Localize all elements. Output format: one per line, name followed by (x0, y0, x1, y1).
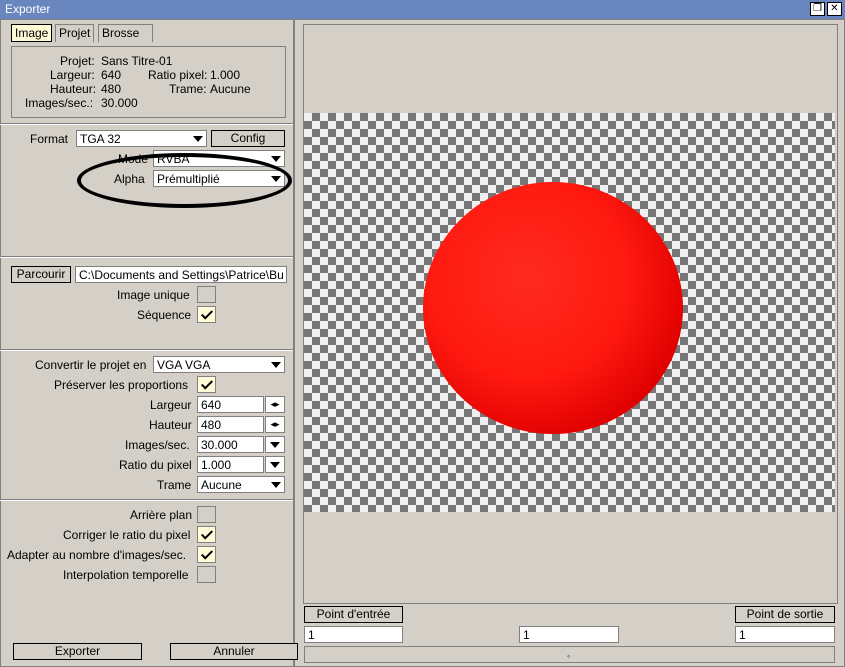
interpolation-label: Interpolation temporelle (63, 568, 189, 582)
cancel-button[interactable]: Annuler (170, 643, 298, 660)
info-hauteur-value: 480 (101, 82, 122, 96)
output-path-input[interactable]: C:\Documents and Settings\Patrice\Bu (75, 266, 287, 283)
format-value: TGA 32 (80, 132, 121, 146)
sequence-label: Séquence (137, 308, 192, 322)
close-icon[interactable]: ✕ (827, 2, 842, 16)
in-point-input[interactable]: 1 (304, 626, 403, 643)
separator (0, 256, 293, 258)
convert-value: VGA VGA (157, 358, 211, 372)
trame-value: Aucune (201, 478, 242, 492)
info-largeur-label: Largeur: (50, 68, 95, 82)
info-ratio-value: 1.000 (210, 68, 241, 82)
adapter-label: Adapter au nombre d'images/sec. (7, 548, 187, 562)
corriger-label: Corriger le ratio du pixel (63, 528, 191, 542)
chevron-down-icon (270, 442, 280, 448)
out-point-input[interactable]: 1 (735, 626, 835, 643)
export-button[interactable]: Exporter (13, 643, 142, 660)
mode-select[interactable]: RVBA (153, 150, 285, 167)
ratio-pixel-label: Ratio du pixel (119, 458, 192, 472)
adapter-checkbox[interactable] (197, 546, 216, 563)
convert-label: Convertir le projet en (35, 358, 147, 372)
config-button[interactable]: Config (211, 130, 285, 147)
alpha-select[interactable]: Prémultiplié (153, 170, 285, 187)
hauteur-input[interactable]: 480 (197, 416, 264, 433)
tab-brosse[interactable]: Brosse (98, 24, 153, 42)
mode-label: Mode (118, 152, 149, 166)
info-trame-label: Trame: (169, 82, 207, 96)
info-fps-value: 30.000 (101, 96, 138, 110)
format-label: Format (30, 132, 69, 146)
left-panel: Image Projet Brosse Projet: Sans Titre-0… (0, 19, 298, 667)
project-info-box: Projet: Sans Titre-01 Largeur: 640 Ratio… (11, 46, 286, 118)
info-projet-label: Projet: (60, 54, 95, 68)
separator (0, 349, 293, 351)
arriere-plan-checkbox[interactable] (197, 506, 216, 523)
trame-label: Trame (157, 478, 192, 492)
title-bar: Exporter ❐ ✕ (0, 0, 845, 19)
info-largeur-value: 640 (101, 68, 122, 82)
red-sphere-preview (423, 182, 683, 434)
trame-select[interactable]: Aucune (197, 476, 285, 493)
info-trame-value: Aucune (210, 82, 251, 96)
info-hauteur-label: Hauteur: (50, 82, 97, 96)
alpha-value: Prémultiplié (157, 172, 220, 186)
chevron-down-icon (271, 156, 281, 162)
alpha-label: Alpha (114, 172, 145, 186)
browse-button[interactable]: Parcourir (11, 266, 71, 283)
largeur-spinner[interactable]: ◂▸ (265, 396, 285, 413)
largeur-input[interactable]: 640 (197, 396, 264, 413)
slider-thumb-icon[interactable]: ◦ (567, 651, 570, 661)
in-point-button[interactable]: Point d'entrée (304, 606, 403, 623)
info-ratio-label: Ratio pixel: (148, 68, 208, 82)
hauteur-spinner[interactable]: ◂▸ (265, 416, 285, 433)
current-frame-input[interactable]: 1 (519, 626, 619, 643)
separator (0, 499, 293, 501)
info-fps-label: Images/sec.: (25, 96, 94, 110)
restore-icon[interactable]: ❐ (810, 2, 825, 16)
images-sec-input[interactable]: 30.000 (197, 436, 264, 453)
sequence-checkbox[interactable] (197, 306, 216, 323)
interpolation-checkbox[interactable] (197, 566, 216, 583)
convert-select[interactable]: VGA VGA (153, 356, 285, 373)
format-select[interactable]: TGA 32 (76, 130, 207, 147)
chevron-down-icon (271, 176, 281, 182)
window-title: Exporter (5, 2, 51, 16)
info-projet-value: Sans Titre-01 (101, 54, 173, 68)
hauteur-label: Hauteur (149, 418, 192, 432)
tab-image[interactable]: Image (11, 24, 53, 42)
largeur-label: Largeur (150, 398, 192, 412)
chevron-down-icon (270, 462, 280, 468)
preserve-label: Préserver les proportions (54, 378, 189, 392)
chevron-down-icon (193, 136, 203, 142)
image-unique-label: Image unique (117, 288, 190, 302)
mode-value: RVBA (157, 152, 190, 166)
out-point-button[interactable]: Point de sortie (735, 606, 835, 623)
chevron-down-icon (271, 362, 281, 368)
image-unique-checkbox[interactable] (197, 286, 216, 303)
ratio-pixel-input[interactable]: 1.000 (197, 456, 264, 473)
separator (0, 123, 293, 125)
ratio-pixel-dropdown[interactable] (265, 456, 285, 473)
arriere-plan-label: Arrière plan (130, 508, 193, 522)
images-sec-dropdown[interactable] (265, 436, 285, 453)
corriger-checkbox[interactable] (197, 526, 216, 543)
tab-projet[interactable]: Projet (55, 24, 95, 42)
chevron-down-icon (271, 482, 281, 488)
timeline-slider[interactable]: ◦ (304, 646, 835, 663)
preserve-checkbox[interactable] (197, 376, 216, 393)
images-sec-label: Images/sec. (125, 438, 190, 452)
